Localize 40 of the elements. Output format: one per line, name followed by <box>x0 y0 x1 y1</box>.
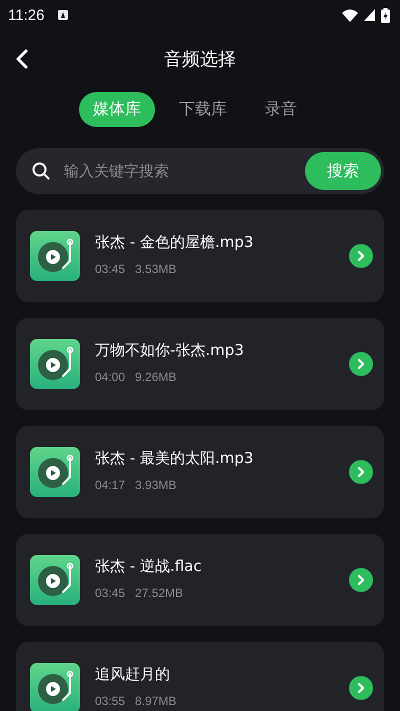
back-button[interactable] <box>16 48 30 70</box>
audio-file-item[interactable]: 张杰 - 金色的屋檐.mp3 03:45 3.53MB <box>16 210 384 302</box>
tab[interactable]: 录音 <box>251 92 311 126</box>
audio-file-item[interactable]: 万物不如你-张杰.mp3 04:00 9.26MB <box>16 318 384 410</box>
file-name: 万物不如你-张杰.mp3 <box>95 340 245 360</box>
signal-icon <box>364 9 375 21</box>
duration: 03:45 <box>95 262 126 276</box>
chevron-icon[interactable] <box>349 352 373 376</box>
record-player-icon <box>30 447 80 497</box>
audio-file-item[interactable]: 追风赶月的 03:55 8.97MB <box>16 642 384 711</box>
status-time: 11:26 <box>8 6 44 24</box>
audio-file-item[interactable]: 张杰 - 最美的太阳.mp3 04:17 3.93MB <box>16 426 384 518</box>
duration: 04:00 <box>95 370 126 384</box>
file-size: 3.93MB <box>135 478 176 492</box>
battery-icon <box>381 8 390 22</box>
chevron-icon[interactable] <box>349 676 373 700</box>
chevron-icon[interactable] <box>349 460 373 484</box>
file-size: 9.26MB <box>135 370 176 384</box>
duration: 03:55 <box>95 694 126 708</box>
duration: 03:45 <box>95 586 126 600</box>
file-name: 张杰 - 金色的屋檐.mp3 <box>95 232 254 252</box>
audio-file-item[interactable]: 张杰 - 逆战.flac 03:45 27.52MB <box>16 534 384 626</box>
chevron-icon[interactable] <box>349 568 373 592</box>
file-size: 8.97MB <box>135 694 176 708</box>
search-icon <box>32 162 50 180</box>
file-size: 27.52MB <box>135 586 184 600</box>
page-title: 音频选择 <box>164 48 236 71</box>
notification-icon <box>58 10 68 20</box>
record-player-icon <box>30 231 80 281</box>
record-player-icon <box>30 339 80 389</box>
record-player-icon <box>30 555 80 605</box>
wifi-icon <box>342 8 358 22</box>
file-size: 3.53MB <box>135 262 176 276</box>
duration: 04:17 <box>95 478 126 492</box>
file-name: 张杰 - 最美的太阳.mp3 <box>95 448 254 468</box>
file-name: 张杰 - 逆战.flac <box>95 556 203 576</box>
chevron-icon[interactable] <box>349 244 373 268</box>
tab[interactable]: 下载库 <box>165 92 241 126</box>
file-name: 追风赶月的 <box>95 664 171 684</box>
record-player-icon <box>30 663 80 711</box>
